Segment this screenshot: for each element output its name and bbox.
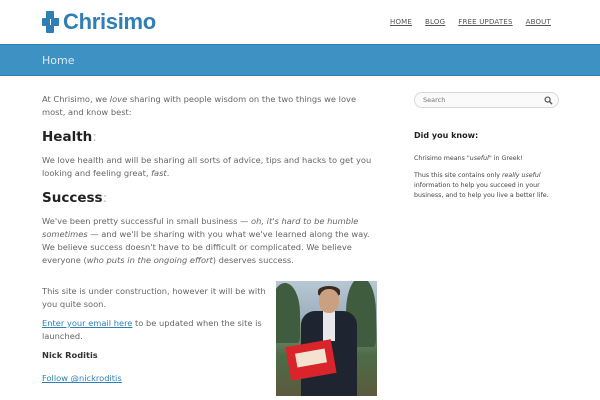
nav-item-blog[interactable]: BLOG: [425, 18, 445, 26]
did-you-know-text: Chrisimo means "useful" in Greek! Thus t…: [414, 154, 559, 201]
nav-item-free-updates[interactable]: FREE UPDATES: [458, 18, 512, 26]
sidebar: Did you know: Chrisimo means "useful" in…: [414, 92, 559, 208]
page-title: Home: [42, 54, 75, 67]
intro-paragraph: At Chrisimo, we love sharing with people…: [42, 94, 357, 117]
email-signup-text: Enter your email here to be updated when…: [42, 318, 262, 341]
construction-section: This site is under construction, however…: [42, 281, 382, 400]
construction-text: This site is under construction, however…: [42, 286, 266, 309]
did-you-know-heading: Did you know:: [414, 131, 479, 140]
twitter-line: Follow @nickroditis: [42, 372, 272, 385]
nav-item-about[interactable]: ABOUT: [526, 18, 551, 26]
search-input[interactable]: [423, 96, 538, 104]
nav-item-home[interactable]: HOME: [390, 18, 412, 26]
logo-mark-icon: [42, 11, 59, 33]
meaning-line: Chrisimo means "useful" in Greek!: [414, 155, 523, 162]
site-name: Chrisimo: [63, 9, 156, 34]
page-banner: Home: [0, 44, 600, 76]
author-name: Nick Roditis: [42, 350, 98, 360]
author-photo: [276, 281, 377, 396]
site-logo[interactable]: Chrisimo: [42, 9, 156, 35]
success-paragraph: We've been pretty successful in small bu…: [42, 216, 370, 265]
health-heading: Health:: [42, 129, 97, 145]
twitter-follow-link[interactable]: Follow @nickroditis: [42, 373, 122, 383]
search-box: [414, 92, 559, 108]
main-nav: HOME BLOG FREE UPDATES ABOUT: [390, 18, 551, 26]
success-heading: Success:: [42, 190, 108, 206]
search-icon[interactable]: [544, 96, 553, 105]
health-paragraph: We love health and will be sharing all s…: [42, 155, 372, 178]
purpose-paragraph: Thus this site contains only really usef…: [414, 172, 549, 199]
email-signup-link[interactable]: Enter your email here: [42, 318, 132, 328]
site-header: Chrisimo HOME BLOG FREE UPDATES ABOUT: [0, 0, 600, 44]
main-content: At Chrisimo, we love sharing with people…: [42, 93, 382, 400]
